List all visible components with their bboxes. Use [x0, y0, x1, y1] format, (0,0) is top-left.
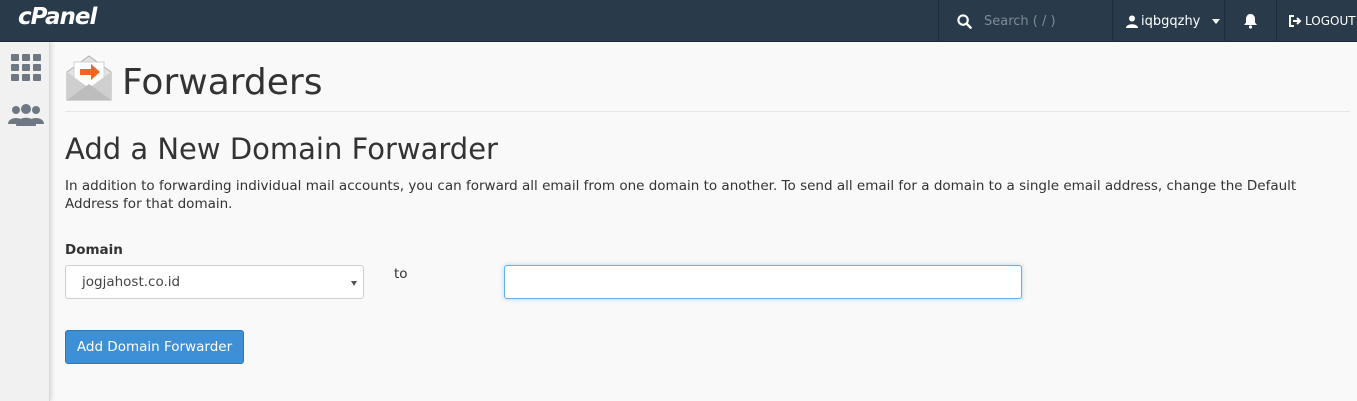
notifications-button[interactable] — [1224, 0, 1276, 42]
search-icon — [957, 13, 972, 29]
users-icon — [8, 104, 44, 126]
user-menu-button[interactable]: iqbgqzhy — [1112, 0, 1224, 42]
username-label: iqbgqzhy — [1141, 13, 1201, 29]
page-header: Forwarders — [65, 54, 1350, 112]
search-input[interactable] — [984, 13, 1104, 29]
search-box[interactable] — [938, 0, 1112, 42]
logout-icon — [1289, 15, 1302, 27]
to-label: to — [394, 266, 408, 282]
page-title: Forwarders — [122, 62, 323, 103]
user-icon — [1126, 15, 1138, 28]
forwarder-envelope-icon — [66, 55, 112, 101]
sidebar — [0, 42, 50, 401]
sidebar-item-home[interactable] — [8, 50, 44, 86]
domain-select[interactable]: jogjahost.co.id — [65, 265, 364, 299]
cpanel-logo[interactable]: cPanel — [18, 4, 97, 30]
add-domain-forwarder-button[interactable]: Add Domain Forwarder — [65, 330, 244, 364]
section-title: Add a New Domain Forwarder — [65, 132, 498, 166]
grid-icon — [11, 54, 41, 81]
section-description: In addition to forwarding individual mai… — [65, 178, 1297, 212]
domain-label: Domain — [65, 242, 123, 258]
top-navbar: cPanel iqbgqzhy LOGOUT — [0, 0, 1357, 42]
chevron-down-icon — [1212, 18, 1221, 24]
destination-domain-input[interactable] — [504, 265, 1022, 299]
logout-label: LOGOUT — [1305, 14, 1356, 28]
caret-down-icon — [351, 281, 357, 286]
sidebar-item-users[interactable] — [8, 97, 44, 133]
domain-select-value: jogjahost.co.id — [82, 274, 181, 290]
bell-icon — [1244, 14, 1257, 29]
logout-button[interactable]: LOGOUT — [1276, 0, 1357, 42]
